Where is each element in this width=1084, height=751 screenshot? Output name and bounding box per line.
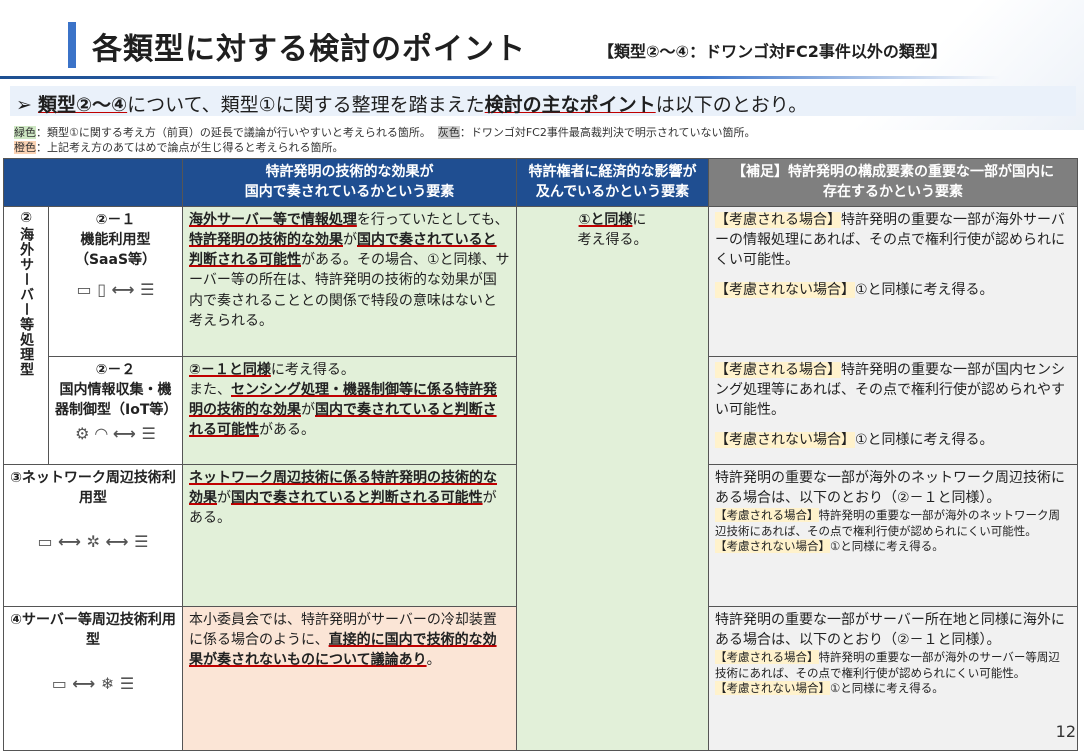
header-supplement-text: 【補足】特許発明の構成要素の重要な一部が国内に 存在するかという要素 bbox=[732, 164, 1054, 201]
iot-diagram-icon: ⚙ ◠ ⟷ ☰ bbox=[75, 424, 156, 444]
table-row: ②海外サーバー等処理型 ②－１ 機能利用型 （SaaS等） ▭ ▯ ⟷ ☰ 海外… bbox=[3, 205, 1078, 751]
lead-text-part: について、類型①に関する整理を踏まえた bbox=[127, 94, 485, 116]
tech-effect-2-1: 海外サーバー等で情報処理を行っていたとしても、特許発明の技術的な効果が国内で奏さ… bbox=[182, 205, 517, 357]
type-4-label: ④サーバー等周辺技術利用型 bbox=[10, 611, 176, 648]
page-subtitle: 【類型②～④：ドワンゴ対FC2事件以外の類型】 bbox=[598, 42, 947, 61]
supplement-4: 特許発明の重要な一部がサーバー所在地と同様に海外にある場合は、以下のとおり（②－… bbox=[708, 605, 1078, 751]
supplement-detail: 【考慮される場合】特許発明の重要な一部が海外のサーバー等周辺技術にあれば、その点… bbox=[715, 650, 1071, 681]
supplement-3: 特許発明の重要な一部が海外のネットワーク周辺技術にある場合は、以下のとおり（②－… bbox=[708, 463, 1078, 607]
comparison-table: 特許発明の技術的な効果が 国内で奏されているかという要素 特許権者に経済的な影響… bbox=[3, 158, 1078, 751]
badge-not-considered: 【考慮されない場合】 bbox=[715, 282, 855, 299]
text: に bbox=[632, 211, 647, 228]
legend-gray-text: ：ドワンゴ対FC2事件最高裁判決で明示されていない箇所。 bbox=[459, 126, 756, 139]
type-3-label: ③ネットワーク周辺技術利用型 bbox=[10, 469, 176, 506]
type-4-cell: ④サーバー等周辺技術利用型 ▭ ⟷ ❄ ☰ bbox=[3, 605, 183, 751]
group2-label-cell: ②海外サーバー等処理型 bbox=[3, 205, 49, 465]
type-3-cell: ③ネットワーク周辺技術利用型 ▭ ⟷ ✲ ⟷ ☰ bbox=[3, 463, 183, 607]
tech-effect-2-2: ②－１と同様に考え得る。 また、センシング処理・機器制御等に係る特許発明の技術的… bbox=[182, 355, 517, 465]
supplement-2-1: 【考慮される場合】特許発明の重要な一部が海外サーバーの情報処理にあれば、その点で… bbox=[708, 205, 1078, 357]
saas-diagram-icon: ▭ ▯ ⟷ ☰ bbox=[76, 280, 155, 300]
emphasis: 海外サーバー等で情報処理 bbox=[189, 211, 357, 228]
header-economic: 特許権者に経済的な影響が 及んでいるかという要素 bbox=[516, 158, 709, 207]
badge-not-considered: 【考慮されない場合】 bbox=[715, 539, 830, 554]
legend-line-1: 緑色：類型①に関する考え方（前頁）の延長で議論が行いやすいと考えられる箇所。 灰… bbox=[14, 124, 756, 140]
text: 考え得る。 bbox=[577, 231, 648, 248]
text: ①と同様に考え得る。 bbox=[830, 539, 944, 554]
page-title: 各類型に対する検討のポイント bbox=[92, 32, 526, 67]
bullet-icon: ➢ bbox=[16, 94, 32, 116]
legend-line-2: 橙色：上記考え方のあてはめで論点が生じ得ると考えられる箇所。 bbox=[14, 139, 344, 155]
header-supplement: 【補足】特許発明の構成要素の重要な一部が国内に 存在するかという要素 bbox=[708, 158, 1078, 207]
header-tech-effect-text: 特許発明の技術的な効果が 国内で奏されているかという要素 bbox=[244, 164, 455, 201]
lead-text-part: は以下のとおり。 bbox=[655, 94, 808, 116]
badge-considered: 【考慮される場合】 bbox=[715, 211, 841, 228]
lead-emphasis-types: 類型②～④ bbox=[37, 94, 128, 116]
header-blank bbox=[3, 158, 183, 207]
badge-not-considered: 【考慮されない場合】 bbox=[715, 432, 855, 449]
server-cooling-diagram-icon: ▭ ⟷ ❄ ☰ bbox=[51, 674, 135, 694]
emphasis: ②－１と同様 bbox=[189, 361, 271, 378]
badge-not-considered: 【考慮されない場合】 bbox=[715, 681, 830, 696]
supplement-detail: 【考慮される場合】特許発明の重要な一部が海外のネットワーク周辺技術にあれば、その… bbox=[715, 508, 1071, 539]
header-tech-effect: 特許発明の技術的な効果が 国内で奏されているかという要素 bbox=[182, 158, 517, 207]
text: が bbox=[217, 489, 231, 506]
text: ①と同様に考え得る。 bbox=[855, 282, 994, 299]
title-rule bbox=[0, 76, 1000, 79]
text: が bbox=[301, 402, 315, 419]
badge-considered: 【考慮される場合】 bbox=[715, 650, 819, 665]
text: が bbox=[343, 231, 357, 248]
text: を行っていたとしても、 bbox=[356, 211, 509, 228]
emphasis: 国内で奏されていると判断される可能性 bbox=[231, 489, 483, 506]
legend-green-tag: 緑色 bbox=[14, 126, 36, 139]
network-diagram-icon: ▭ ⟷ ✲ ⟷ ☰ bbox=[37, 532, 149, 552]
legend-orange-tag: 橙色 bbox=[14, 141, 36, 154]
type-2-2-label: ②－２ 国内情報収集・機器制御型（IoT等） bbox=[55, 361, 178, 419]
text: 。 bbox=[426, 652, 441, 669]
economic-cell: ①と同様に考え得る。 bbox=[516, 205, 709, 751]
supplement-main-text: 特許発明の重要な一部がサーバー所在地と同様に海外にある場合は、以下のとおり（②－… bbox=[715, 611, 1065, 648]
badge-considered: 【考慮される場合】 bbox=[715, 361, 841, 378]
lead-emphasis-points: 検討の主なポイント bbox=[484, 94, 656, 116]
emphasis: 特許発明の技術的な効果 bbox=[189, 231, 343, 248]
text: ①と同様に考え得る。 bbox=[830, 681, 944, 696]
supplement-detail: 【考慮されない場合】①と同様に考え得る。 bbox=[715, 539, 1071, 555]
tech-effect-3: ネットワーク周辺技術に係る特許発明の技術的な効果が国内で奏されていると判断される… bbox=[182, 463, 517, 607]
tech-effect-4: 本小委員会では、特許発明がサーバーの冷却装置に係る場合のように、直接的に国内で技… bbox=[182, 605, 517, 751]
group2-label: ②海外サーバー等処理型 bbox=[18, 209, 35, 377]
header-economic-text: 特許権者に経済的な影響が 及んでいるかという要素 bbox=[528, 164, 697, 201]
emphasis: ①と同様 bbox=[578, 211, 633, 228]
supplement-main-text: 特許発明の重要な一部が海外のネットワーク周辺技術にある場合は、以下のとおり（②－… bbox=[715, 469, 1065, 506]
supplement-2-2: 【考慮される場合】特許発明の重要な一部が国内センシング処理等にあれば、その点で権… bbox=[708, 355, 1078, 465]
lead-sentence: ➢ 類型②～④について、類型①に関する整理を踏まえた検討の主なポイントは以下のと… bbox=[16, 90, 807, 117]
legend-orange-text: ：上記考え方のあてはめで論点が生じ得ると考えられる箇所。 bbox=[36, 141, 344, 154]
type-2-1-label: ②－１ 機能利用型 （SaaS等） bbox=[74, 211, 157, 269]
badge-considered: 【考慮される場合】 bbox=[715, 508, 819, 523]
legend-gray-tag: 灰色 bbox=[437, 126, 460, 139]
page-number: 12 bbox=[1055, 722, 1076, 741]
text: がある。 bbox=[259, 422, 315, 439]
type-2-2-cell: ②－２ 国内情報収集・機器制御型（IoT等） ⚙ ◠ ⟷ ☰ bbox=[48, 355, 183, 465]
legend-green-text: ：類型①に関する考え方（前頁）の延長で議論が行いやすいと考えられる箇所。 bbox=[36, 126, 431, 139]
type-2-1-cell: ②－１ 機能利用型 （SaaS等） ▭ ▯ ⟷ ☰ bbox=[48, 205, 183, 357]
title-accent-bar bbox=[68, 22, 76, 68]
supplement-detail: 【考慮されない場合】①と同様に考え得る。 bbox=[715, 681, 1071, 697]
text: ①と同様に考え得る。 bbox=[855, 432, 994, 449]
